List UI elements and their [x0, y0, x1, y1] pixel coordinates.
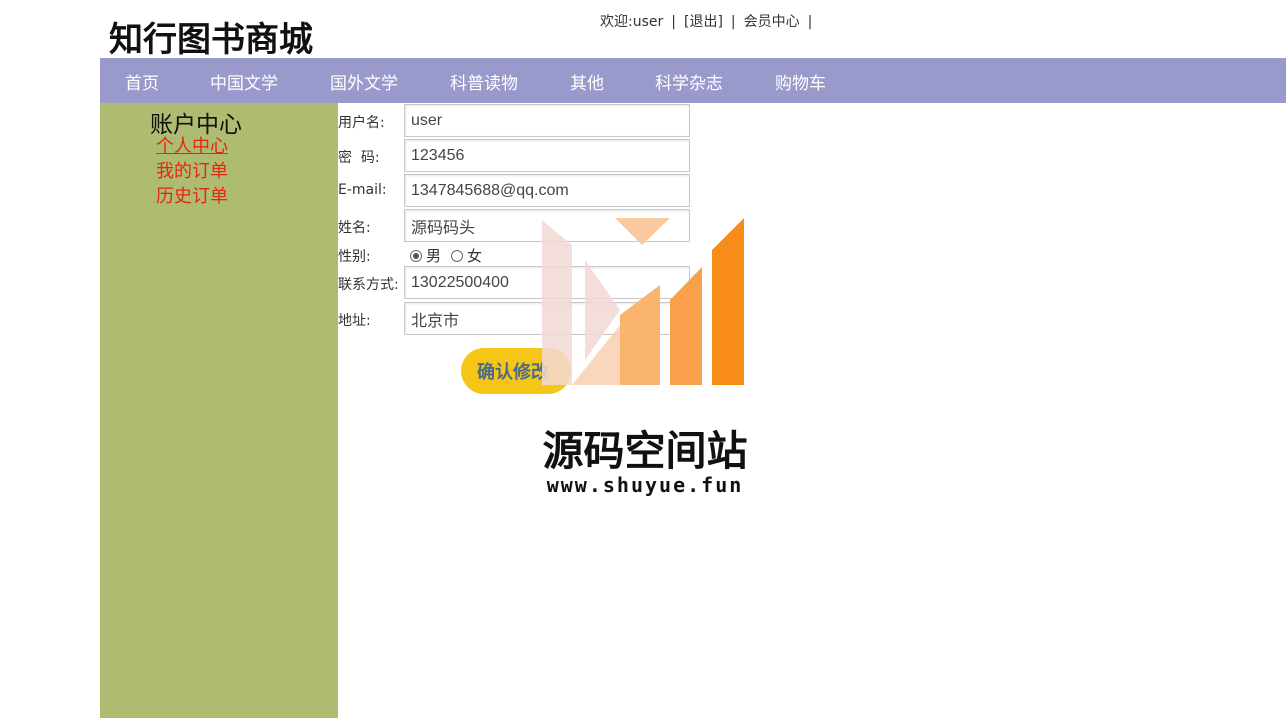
gender-female-label: 女: [467, 247, 483, 265]
email-label: E-mail:: [338, 182, 387, 198]
account-sidebar: 账户中心 个人中心 我的订单 历史订单: [100, 103, 338, 718]
nav-shopping-cart[interactable]: 购物车: [775, 69, 826, 94]
gender-female-radio[interactable]: [451, 249, 464, 262]
username-label: 用户名:: [338, 115, 385, 131]
email-input[interactable]: [404, 174, 690, 207]
password-label: 密 码:: [338, 150, 380, 166]
separator: |: [671, 14, 676, 30]
gender-label: 性别:: [338, 249, 371, 265]
nav-popular-science[interactable]: 科普读物: [450, 69, 518, 94]
phone-label: 联系方式:: [338, 277, 399, 293]
name-input[interactable]: [404, 209, 690, 242]
name-label: 姓名:: [338, 220, 371, 236]
nav-foreign-literature[interactable]: 国外文学: [330, 69, 398, 94]
watermark-title: 源码空间站: [542, 427, 748, 475]
top-user-bar: 欢迎:user | [退出] | 会员中心 |: [600, 11, 820, 31]
separator: |: [807, 14, 813, 30]
nav-chinese-literature[interactable]: 中国文学: [210, 69, 278, 94]
member-center-link[interactable]: 会员中心: [744, 14, 800, 30]
gender-radio-group: 男 女: [410, 245, 482, 266]
main-nav: 首页 中国文学 国外文学 科普读物 其他 科学杂志 购物车: [100, 58, 1286, 103]
logout-link[interactable]: [退出]: [684, 14, 723, 30]
sidebar-item-order-history[interactable]: 历史订单: [156, 182, 228, 208]
sidebar-item-my-orders[interactable]: 我的订单: [156, 157, 228, 183]
site-logo: 知行图书商城: [109, 20, 313, 60]
nav-science-magazine[interactable]: 科学杂志: [655, 69, 723, 94]
password-input[interactable]: [404, 139, 690, 172]
username-input[interactable]: [404, 104, 690, 137]
welcome-text: 欢迎:user: [600, 14, 664, 30]
nav-other[interactable]: 其他: [570, 69, 604, 94]
nav-home[interactable]: 首页: [125, 69, 159, 94]
phone-input[interactable]: [404, 266, 690, 299]
gender-male-label: 男: [426, 247, 442, 265]
separator: |: [730, 14, 736, 30]
sidebar-item-personal-center[interactable]: 个人中心: [156, 132, 228, 158]
address-label: 地址:: [338, 313, 371, 329]
address-input[interactable]: [404, 302, 690, 335]
gender-male-radio[interactable]: [410, 249, 422, 262]
confirm-edit-button[interactable]: 确认修改: [461, 348, 571, 394]
watermark-url: www.shuyue.fun: [546, 473, 744, 497]
